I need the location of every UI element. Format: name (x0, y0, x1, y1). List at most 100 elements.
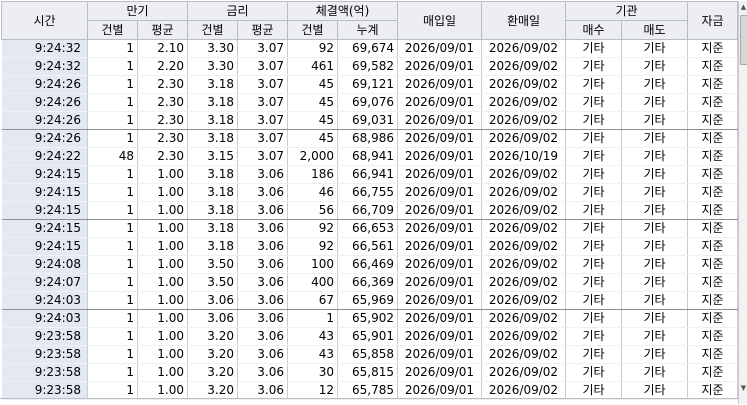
header-rate-count[interactable]: 건별 (187, 20, 238, 40)
cell-amount-total: 65,969 (337, 291, 398, 310)
scroll-down-arrow-icon[interactable]: ▼ (739, 382, 747, 394)
table-row[interactable]: 9:23:58 1 1.00 3.20 3.06 30 65,815 2026/09/01 20… (1, 363, 738, 382)
table-row[interactable]: 9:24:26 1 2.30 3.18 3.07 45 69,031 2026/09/01 20… (1, 111, 738, 130)
cell-maturity-avg: 1.00 (137, 291, 188, 310)
cell-maturity-avg: 1.00 (137, 309, 188, 328)
header-amount-count[interactable]: 건별 (287, 20, 338, 40)
header-fund[interactable]: 자금 (687, 1, 738, 40)
cell-amount-total: 68,941 (337, 147, 398, 166)
header-amount[interactable]: 체결액(억) (287, 1, 398, 21)
table-row[interactable]: 9:24:15 1 1.00 3.18 3.06 186 66,941 2026/09/01 2… (1, 165, 738, 184)
cell-buy-date: 2026/09/01 (397, 381, 482, 400)
cell-rate-avg: 3.06 (237, 327, 288, 346)
table-row[interactable]: 9:24:07 1 1.00 3.50 3.06 400 66,369 2026/09/01 2… (1, 273, 738, 292)
cell-amount-count: 45 (287, 111, 338, 130)
cell-amount-count: 67 (287, 291, 338, 310)
cell-rate-avg: 3.06 (237, 273, 288, 292)
table-row[interactable]: 9:23:58 1 1.00 3.20 3.06 12 65,785 2026/09/01 20… (1, 381, 738, 400)
cell-maturity-count: 1 (87, 327, 138, 346)
cell-time: 9:23:58 (1, 327, 88, 346)
cell-resell-date: 2026/09/02 (481, 237, 566, 256)
table-row[interactable]: 9:24:15 1 1.00 3.18 3.06 56 66,709 2026/09/01 20… (1, 201, 738, 220)
cell-institution-sell: 기타 (621, 255, 688, 274)
cell-maturity-avg: 1.00 (137, 327, 188, 346)
table-row[interactable]: 9:24:15 1 1.00 3.18 3.06 92 66,561 2026/09/01 20… (1, 237, 738, 256)
header-maturity[interactable]: 만기 (87, 1, 188, 21)
cell-maturity-count: 1 (87, 39, 138, 58)
cell-fund: 지준 (687, 75, 738, 94)
cell-fund: 지준 (687, 39, 738, 58)
cell-institution-buy: 기타 (565, 75, 622, 94)
cell-resell-date: 2026/09/02 (481, 381, 566, 400)
cell-institution-buy: 기타 (565, 147, 622, 166)
cell-rate-count: 3.18 (187, 201, 238, 220)
cell-amount-count: 100 (287, 255, 338, 274)
table-row[interactable]: 9:24:26 1 2.30 3.18 3.07 45 69,076 2026/09/01 20… (1, 93, 738, 112)
header-institution-buy[interactable]: 매수 (565, 20, 622, 40)
header-institution[interactable]: 기관 (565, 1, 688, 21)
cell-buy-date: 2026/09/01 (397, 75, 482, 94)
header-institution-sell[interactable]: 매도 (621, 20, 688, 40)
cell-maturity-count: 1 (87, 291, 138, 310)
cell-maturity-avg: 1.00 (137, 201, 188, 220)
table-row[interactable]: 9:24:26 1 2.30 3.18 3.07 45 69,121 2026/09/01 20… (1, 75, 738, 94)
scrollbar-thumb[interactable] (740, 15, 747, 65)
cell-fund: 지준 (687, 255, 738, 274)
cell-amount-count: 92 (287, 39, 338, 58)
cell-resell-date: 2026/09/02 (481, 291, 566, 310)
table-row[interactable]: 9:24:22 48 2.30 3.15 3.07 2,000 68,941 2026/09/… (1, 147, 738, 166)
header-maturity-avg[interactable]: 평균 (137, 20, 188, 40)
table-row[interactable]: 9:24:15 1 1.00 3.18 3.06 92 66,653 2026/09/01 20… (1, 219, 738, 238)
cell-maturity-avg: 2.30 (137, 129, 188, 148)
table-row[interactable]: 9:24:26 1 2.30 3.18 3.07 45 68,986 2026/09/01 20… (1, 129, 738, 148)
table-row[interactable]: 9:24:03 1 1.00 3.06 3.06 1 65,902 2026/09/01 202… (1, 309, 738, 328)
cell-buy-date: 2026/09/01 (397, 219, 482, 238)
cell-rate-avg: 3.07 (237, 93, 288, 112)
cell-maturity-count: 1 (87, 237, 138, 256)
cell-amount-count: 1 (287, 309, 338, 328)
header-rate[interactable]: 금리 (187, 1, 288, 21)
cell-amount-count: 30 (287, 363, 338, 382)
cell-time: 9:24:15 (1, 183, 88, 202)
cell-rate-avg: 3.06 (237, 255, 288, 274)
cell-institution-sell: 기타 (621, 93, 688, 112)
cell-institution-buy: 기타 (565, 291, 622, 310)
cell-rate-count: 3.15 (187, 147, 238, 166)
scroll-up-arrow-icon[interactable]: ▲ (739, 1, 747, 13)
header-buy-date[interactable]: 매입일 (397, 1, 482, 40)
cell-rate-avg: 3.07 (237, 147, 288, 166)
cell-maturity-count: 1 (87, 345, 138, 364)
table-row[interactable]: 9:23:58 1 1.00 3.20 3.06 43 65,858 2026/09/01 20… (1, 345, 738, 364)
table-row[interactable]: 9:24:15 1 1.00 3.18 3.06 46 66,755 2026/09/01 20… (1, 183, 738, 202)
cell-rate-avg: 3.06 (237, 291, 288, 310)
cell-buy-date: 2026/09/01 (397, 291, 482, 310)
cell-time: 9:24:22 (1, 147, 88, 166)
vertical-scrollbar[interactable]: ▲ ▼ (738, 1, 747, 404)
cell-buy-date: 2026/09/01 (397, 111, 482, 130)
header-maturity-count[interactable]: 건별 (87, 20, 138, 40)
table-row[interactable]: 9:24:32 1 2.10 3.30 3.07 92 69,674 2026/09/01 20… (1, 39, 738, 58)
header-resell-date[interactable]: 환매일 (481, 1, 566, 40)
cell-fund: 지준 (687, 129, 738, 148)
cell-amount-total: 69,674 (337, 39, 398, 58)
cell-amount-total: 69,031 (337, 111, 398, 130)
cell-institution-sell: 기타 (621, 129, 688, 148)
header-amount-total[interactable]: 누계 (337, 20, 398, 40)
header-rate-avg[interactable]: 평균 (237, 20, 288, 40)
header-time[interactable]: 시간 (1, 1, 88, 40)
cell-institution-buy: 기타 (565, 327, 622, 346)
table-row[interactable]: 9:23:58 1 1.00 3.20 3.06 43 65,901 2026/09/01 20… (1, 327, 738, 346)
cell-amount-total: 65,858 (337, 345, 398, 364)
table-row[interactable]: 9:24:08 1 1.00 3.50 3.06 100 66,469 2026/09/01 2… (1, 255, 738, 274)
cell-maturity-count: 1 (87, 183, 138, 202)
cell-rate-count: 3.20 (187, 363, 238, 382)
cell-maturity-avg: 1.00 (137, 237, 188, 256)
cell-rate-count: 3.50 (187, 255, 238, 274)
cell-amount-count: 43 (287, 327, 338, 346)
trade-table: 시간 만기 금리 체결액(억) 매입일 환매일 기관 자금 건별 평균 건별 평… (1, 1, 738, 400)
table-row[interactable]: 9:24:03 1 1.00 3.06 3.06 67 65,969 2026/09/01 20… (1, 291, 738, 310)
cell-maturity-count: 1 (87, 57, 138, 76)
table-row[interactable]: 9:24:32 1 2.20 3.30 3.07 461 69,582 2026/09/01 2… (1, 57, 738, 76)
cell-maturity-avg: 1.00 (137, 219, 188, 238)
cell-amount-count: 400 (287, 273, 338, 292)
